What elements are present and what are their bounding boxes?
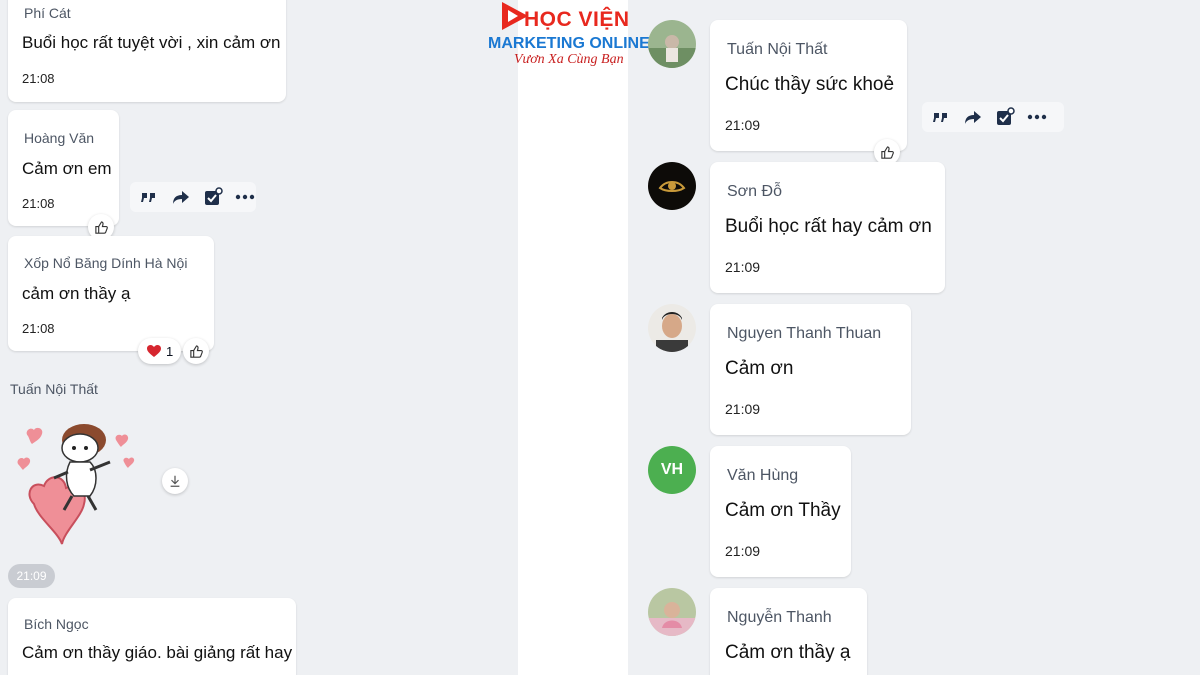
cartoon-sticker-image[interactable] [14,414,144,554]
quote-icon[interactable] [138,186,160,208]
reaction-count: 1 [166,343,174,359]
message-time: 21:09 [725,543,761,559]
like-icon [189,344,203,358]
message-text: Cảm ơn [725,358,794,379]
logo-tagline: Vươn Xa Cùng Bạn [514,52,624,67]
user-avatar[interactable] [648,588,696,636]
message-bubble[interactable]: Nguyễn Thanh Cảm ơn thầy ạ [710,588,867,675]
user-avatar[interactable] [648,304,696,352]
message-time: 21:08 [22,196,55,211]
download-icon [170,475,180,487]
message-text: cảm ơn thầy ạ [22,284,131,303]
message-bubble[interactable]: Xốp Nổ Băng Dính Hà Nội cảm ơn thầy ạ 21… [8,236,214,351]
message-time: 21:08 [22,321,55,336]
message-text: Cảm ơn thầy giáo. bài giảng rất hay [22,643,293,662]
message-time: 21:09 [725,259,761,275]
message-text: Chúc thầy sức khoẻ [725,74,895,95]
sender-name: Hoàng Văn [24,130,95,146]
message-time: 21:09 [725,117,761,133]
message-bubble[interactable]: Sơn Đỗ Buổi học rất hay cảm ơn 21:09 [710,162,945,293]
message-bubble[interactable]: Phí Cát Buổi học rất tuyệt vời , xin cảm… [8,0,286,102]
sender-name: Phí Cát [24,5,71,21]
message-text: Cảm ơn thầy ạ [725,642,851,663]
task-icon[interactable] [202,186,224,208]
avatar-initials: VH [660,461,684,478]
message-bubble[interactable]: Hoàng Văn Cảm ơn em 21:08 [8,110,119,226]
message-text: Cảm ơn Thầy [725,500,841,521]
heart-icon [147,345,161,357]
like-icon [880,145,894,159]
message-bubble[interactable]: Tuấn Nội Thất Chúc thầy sức khoẻ 21:09 [710,20,907,151]
more-icon[interactable] [1026,106,1048,128]
quote-icon[interactable] [930,106,952,128]
message-time: 21:09 [725,401,761,417]
sender-name: Sơn Đỗ [727,183,782,200]
like-icon [94,220,108,234]
message-time: 21:08 [22,71,55,86]
center-divider-panel [518,0,628,675]
download-button[interactable] [162,468,188,494]
sender-name: Xốp Nổ Băng Dính Hà Nội [24,255,188,271]
user-avatar[interactable] [648,162,696,210]
user-avatar[interactable]: VH [648,446,696,494]
message-text: Cảm ơn em [22,159,112,178]
message-text: Buổi học rất hay cảm ơn [725,216,932,237]
message-text: Buổi học rất tuyệt vời , xin cảm ơn [22,33,281,52]
message-bubble[interactable]: Nguyen Thanh Thuan Cảm ơn 21:09 [710,304,911,435]
reaction-summary[interactable]: 1 [138,338,182,364]
forward-icon[interactable] [962,106,984,128]
sender-name: Tuấn Nội Thất [727,41,828,58]
sender-name: Bích Ngọc [24,616,89,632]
message-action-toolbar [130,182,256,212]
sticker-time-pill: 21:09 [8,564,55,588]
brand-logo: HỌC VIỆN MARKETING ONLINE Vươn Xa Cùng B… [488,0,656,72]
sender-name: Nguyễn Thanh [727,609,832,626]
like-button[interactable] [183,338,209,364]
message-bubble[interactable]: Văn Hùng Cảm ơn Thầy 21:09 [710,446,851,577]
message-bubble[interactable]: Bích Ngọc Cảm ơn thầy giáo. bài giảng rấ… [8,598,296,675]
task-icon[interactable] [994,106,1016,128]
message-action-toolbar [922,102,1064,132]
logo-line2: MARKETING ONLINE [488,35,650,52]
sender-name: Văn Hùng [727,467,799,484]
sticker-sender-name: Tuấn Nội Thất [10,381,98,397]
forward-icon[interactable] [170,186,192,208]
user-avatar[interactable] [648,20,696,68]
sender-name: Nguyen Thanh Thuan [727,325,882,342]
logo-line1: HỌC VIỆN [524,8,630,31]
more-icon[interactable] [234,186,256,208]
